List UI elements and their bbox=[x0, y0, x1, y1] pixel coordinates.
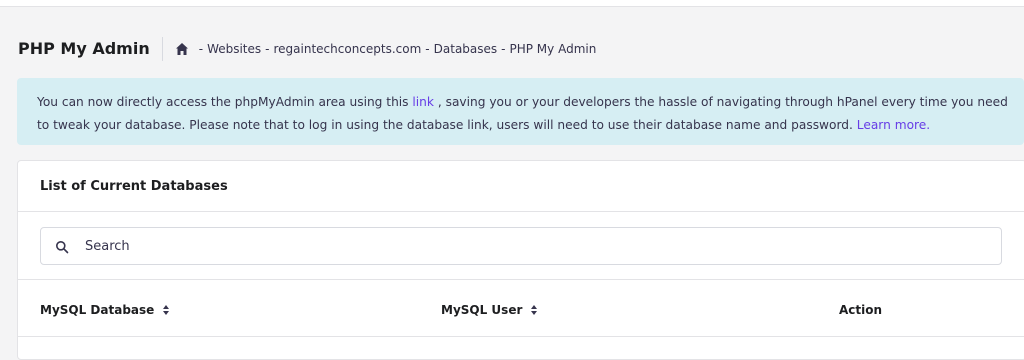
search-box[interactable] bbox=[40, 227, 1002, 265]
table-header: MySQL Database MySQL User Action bbox=[18, 280, 1024, 337]
info-notice: You can now directly access the phpMyAdm… bbox=[17, 78, 1024, 145]
search-input[interactable] bbox=[83, 237, 1001, 255]
breadcrumb-item-current: PHP My Admin bbox=[509, 42, 597, 56]
column-label: MySQL Database bbox=[40, 303, 155, 317]
column-label: MySQL User bbox=[441, 303, 523, 317]
sort-icon[interactable] bbox=[162, 304, 170, 316]
breadcrumb-item-databases[interactable]: Databases bbox=[434, 42, 498, 56]
top-bar bbox=[0, 0, 1024, 7]
search-area bbox=[18, 212, 1024, 280]
search-icon bbox=[55, 239, 69, 254]
card-title: List of Current Databases bbox=[18, 161, 1024, 212]
breadcrumb: - Websites - regaintechconcepts.com - Da… bbox=[175, 42, 597, 56]
phpmyadmin-link[interactable]: link bbox=[412, 95, 434, 109]
home-icon[interactable] bbox=[175, 42, 189, 56]
column-action: Action bbox=[839, 303, 882, 317]
breadcrumb-separator: - bbox=[198, 42, 204, 56]
databases-card: List of Current Databases MySQL Database… bbox=[17, 160, 1024, 360]
notice-text: You can now directly access the phpMyAdm… bbox=[37, 95, 413, 109]
sort-icon[interactable] bbox=[530, 304, 538, 316]
breadcrumb-item-domain[interactable]: regaintechconcepts.com bbox=[274, 42, 422, 56]
column-mysql-database[interactable]: MySQL Database bbox=[40, 303, 170, 317]
page-title: PHP My Admin bbox=[18, 37, 163, 61]
column-mysql-user[interactable]: MySQL User bbox=[441, 303, 538, 317]
learn-more-link[interactable]: Learn more. bbox=[857, 118, 930, 132]
page-header: PHP My Admin - Websites - regaintechconc… bbox=[18, 36, 596, 62]
breadcrumb-separator: - bbox=[265, 42, 270, 56]
breadcrumb-separator: - bbox=[425, 42, 430, 56]
column-label: Action bbox=[839, 303, 883, 317]
breadcrumb-separator: - bbox=[501, 42, 506, 56]
breadcrumb-item-websites[interactable]: Websites bbox=[207, 42, 261, 56]
